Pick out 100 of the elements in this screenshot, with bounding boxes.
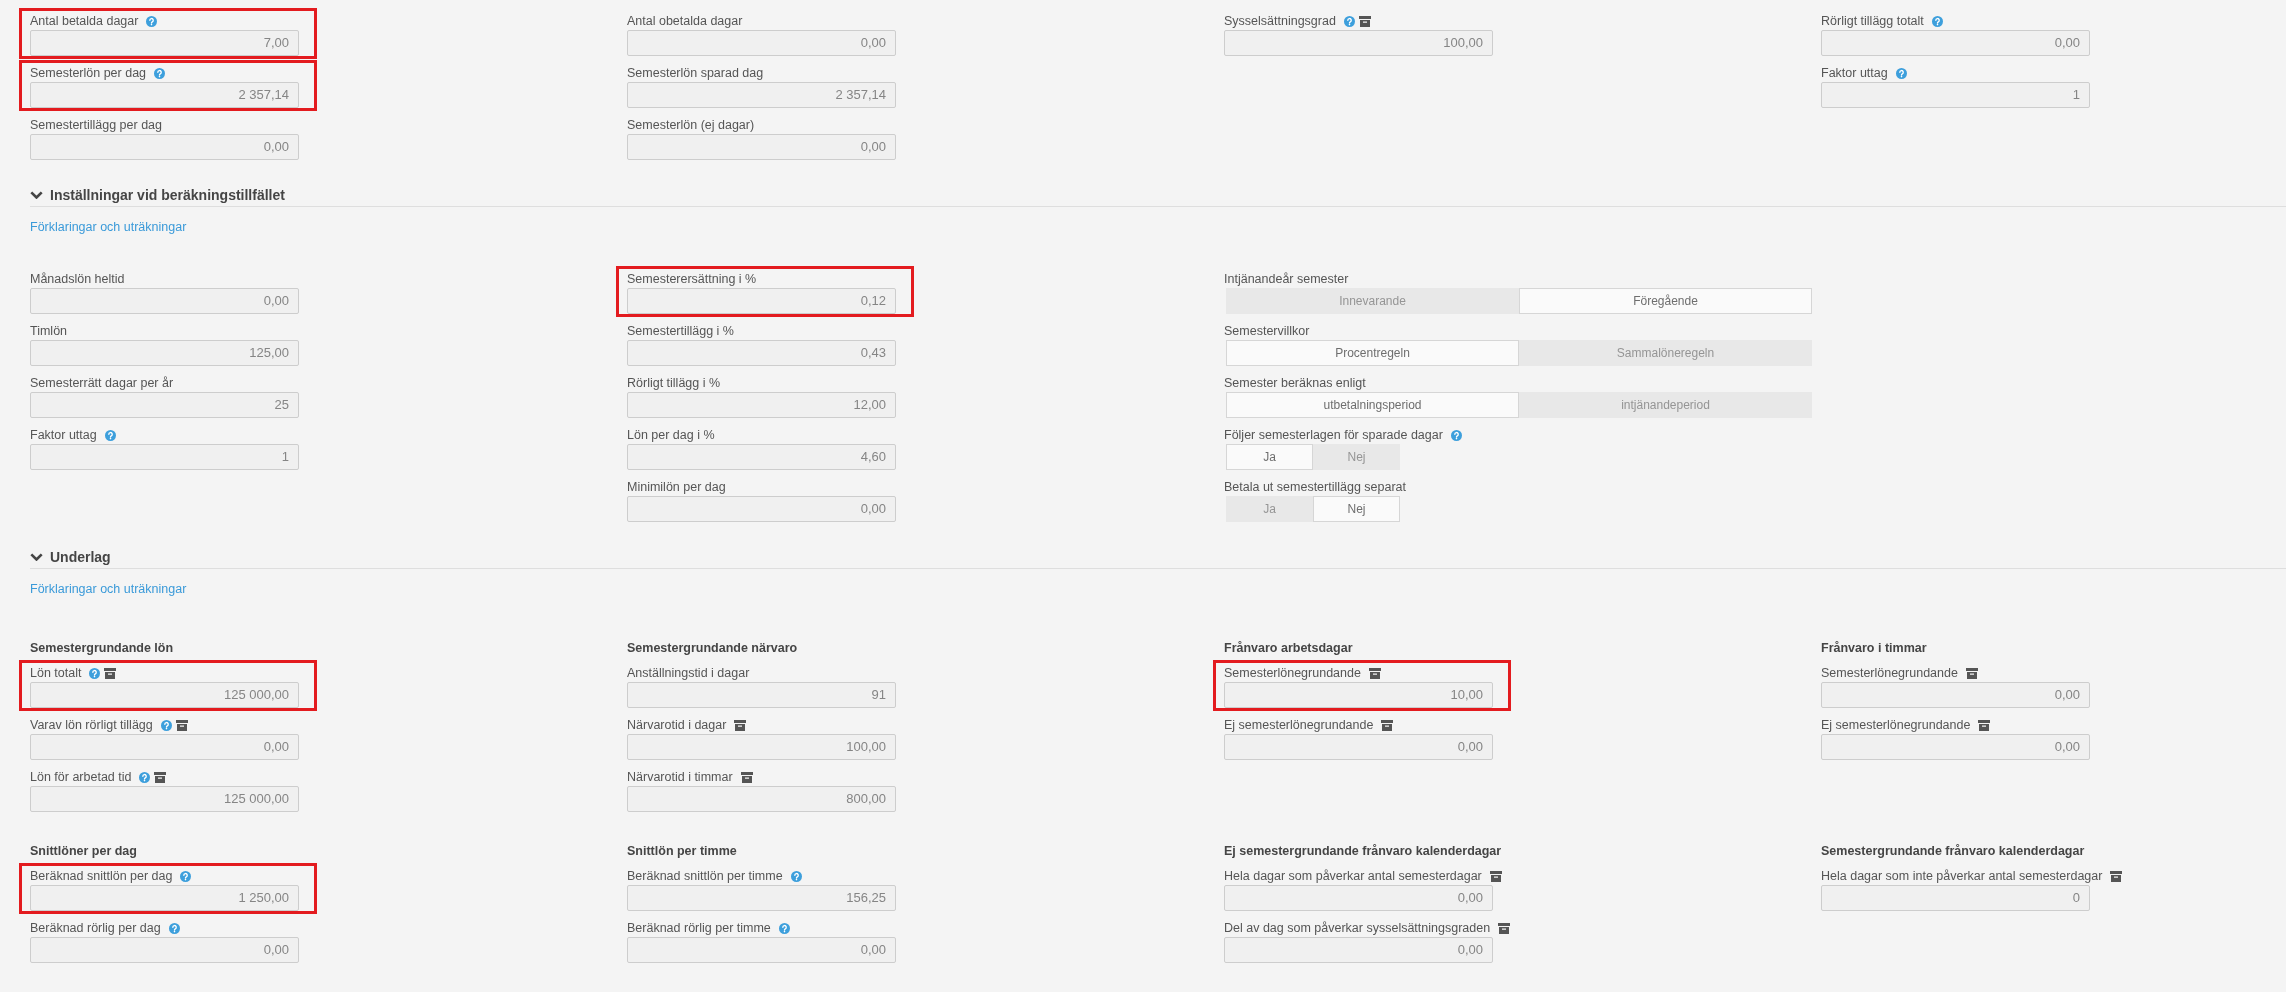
value-field[interactable]: 0 <box>1821 885 2090 911</box>
field-label: Beräknad rörlig per timme <box>627 920 771 937</box>
field-label: Semestervillkor <box>1224 323 1310 340</box>
field-label: Antal betalda dagar <box>30 13 139 30</box>
archive-box-icon <box>1498 923 1511 934</box>
group-title: Semestergrundande frånvaro kalenderdagar <box>1821 843 2086 860</box>
segment-option[interactable]: Sammalöneregeln <box>1519 340 1812 366</box>
segment-option[interactable]: Ja <box>1226 444 1313 470</box>
archive-box-icon <box>1358 16 1371 27</box>
value-field[interactable]: 1 <box>30 444 299 470</box>
segment-option[interactable]: Ja <box>1226 496 1313 522</box>
help-icon[interactable] <box>104 430 116 441</box>
value-field[interactable]: 100,00 <box>1224 30 1493 56</box>
group-title: Semestergrundande närvaro <box>627 640 799 657</box>
help-icon[interactable] <box>790 871 802 882</box>
section-header[interactable]: Inställningar vid beräkningstillfället <box>30 186 285 204</box>
field-label: Sysselsättningsgrad <box>1224 13 1336 30</box>
value-field[interactable]: 0,00 <box>30 134 299 160</box>
value-field[interactable]: 4,60 <box>627 444 896 470</box>
archive-box-icon <box>740 772 753 783</box>
field-label: Följer semesterlagen för sparade dagar <box>1224 427 1443 444</box>
field-label: Rörligt tillägg i % <box>627 375 721 392</box>
segment-option[interactable]: utbetalningsperiod <box>1226 392 1519 418</box>
value-field[interactable]: 10,00 <box>1224 682 1493 708</box>
field-label: Beräknad rörlig per dag <box>30 920 161 937</box>
field-label: Betala ut semestertillägg separat <box>1224 479 1407 496</box>
archive-box-icon <box>1381 720 1394 731</box>
explanations-link[interactable]: Förklaringar och uträkningar <box>30 581 187 598</box>
field-label: Anställningstid i dagar <box>627 665 750 682</box>
field-label: Närvarotid i timmar <box>627 769 733 786</box>
field-label: Semesterlön per dag <box>30 65 147 82</box>
segment-option[interactable]: Nej <box>1313 444 1400 470</box>
explanations-link[interactable]: Förklaringar och uträkningar <box>30 219 187 236</box>
value-field[interactable]: 2 357,14 <box>30 82 299 108</box>
value-field[interactable]: 1 <box>1821 82 2090 108</box>
help-icon[interactable] <box>1343 16 1355 27</box>
value-field[interactable]: 800,00 <box>627 786 896 812</box>
segment-option[interactable]: Föregående <box>1519 288 1812 314</box>
value-field[interactable]: 0,00 <box>30 288 299 314</box>
segment-option[interactable]: Innevarande <box>1226 288 1519 314</box>
value-field[interactable]: 0,43 <box>627 340 896 366</box>
archive-box-icon <box>2110 871 2123 882</box>
help-icon[interactable] <box>89 668 101 679</box>
segment-option[interactable]: Nej <box>1313 496 1400 522</box>
field-label: Timlön <box>30 323 68 340</box>
field-label: Lön totalt <box>30 665 82 682</box>
group-title: Frånvaro arbetsdagar <box>1224 640 1354 657</box>
field-label: Närvarotid i dagar <box>627 717 727 734</box>
group-title: Snittlöner per dag <box>30 843 138 860</box>
value-field[interactable]: 0,00 <box>1821 734 2090 760</box>
value-field[interactable]: 0,00 <box>1224 937 1493 963</box>
help-icon[interactable] <box>180 871 192 882</box>
value-field[interactable]: 0,12 <box>627 288 896 314</box>
value-field[interactable]: 1 250,00 <box>30 885 299 911</box>
archive-box-icon <box>175 720 188 731</box>
field-label: Semesterlönegrundande <box>1224 665 1361 682</box>
segment-option[interactable]: intjänandeperiod <box>1519 392 1812 418</box>
value-field[interactable]: 125 000,00 <box>30 786 299 812</box>
help-icon[interactable] <box>1895 68 1907 79</box>
field-label: Månadslön heltid <box>30 271 125 288</box>
archive-box-icon <box>734 720 747 731</box>
value-field[interactable]: 0,00 <box>30 937 299 963</box>
value-field[interactable]: 0,00 <box>627 937 896 963</box>
value-field[interactable]: 100,00 <box>627 734 896 760</box>
value-field[interactable]: 125 000,00 <box>30 682 299 708</box>
segment-option[interactable]: Procentregeln <box>1226 340 1519 366</box>
value-field[interactable]: 0,00 <box>30 734 299 760</box>
value-field[interactable]: 0,00 <box>1224 734 1493 760</box>
archive-box-icon <box>1368 668 1381 679</box>
help-icon[interactable] <box>1450 430 1462 441</box>
field-label: Beräknad snittlön per dag <box>30 868 173 885</box>
help-icon[interactable] <box>1931 16 1943 27</box>
value-field[interactable]: 2 357,14 <box>627 82 896 108</box>
group-title: Ej semestergrundande frånvaro kalenderdagar <box>1224 843 1503 860</box>
value-field[interactable]: 0,00 <box>1821 30 2090 56</box>
value-field[interactable]: 0,00 <box>1224 885 1493 911</box>
section-header[interactable]: Underlag <box>30 548 111 566</box>
value-field[interactable]: 7,00 <box>30 30 299 56</box>
value-field[interactable]: 0,00 <box>1821 682 2090 708</box>
help-icon[interactable] <box>154 68 166 79</box>
value-field[interactable]: 12,00 <box>627 392 896 418</box>
archive-box-icon <box>1489 871 1502 882</box>
help-icon[interactable] <box>168 923 180 934</box>
field-label: Semesterlön (ej dagar) <box>627 117 755 134</box>
field-label: Semestertillägg i % <box>627 323 734 340</box>
help-icon[interactable] <box>160 720 172 731</box>
value-field[interactable]: 0,00 <box>627 134 896 160</box>
value-field[interactable]: 125,00 <box>30 340 299 366</box>
field-label: Semesterrätt dagar per år <box>30 375 174 392</box>
help-icon[interactable] <box>139 772 151 783</box>
field-label: Faktor uttag <box>30 427 97 444</box>
field-label: Semester beräknas enligt <box>1224 375 1366 392</box>
value-field[interactable]: 25 <box>30 392 299 418</box>
help-icon[interactable] <box>778 923 790 934</box>
field-label: Faktor uttag <box>1821 65 1888 82</box>
value-field[interactable]: 156,25 <box>627 885 896 911</box>
value-field[interactable]: 0,00 <box>627 496 896 522</box>
value-field[interactable]: 0,00 <box>627 30 896 56</box>
value-field[interactable]: 91 <box>627 682 896 708</box>
help-icon[interactable] <box>146 16 158 27</box>
